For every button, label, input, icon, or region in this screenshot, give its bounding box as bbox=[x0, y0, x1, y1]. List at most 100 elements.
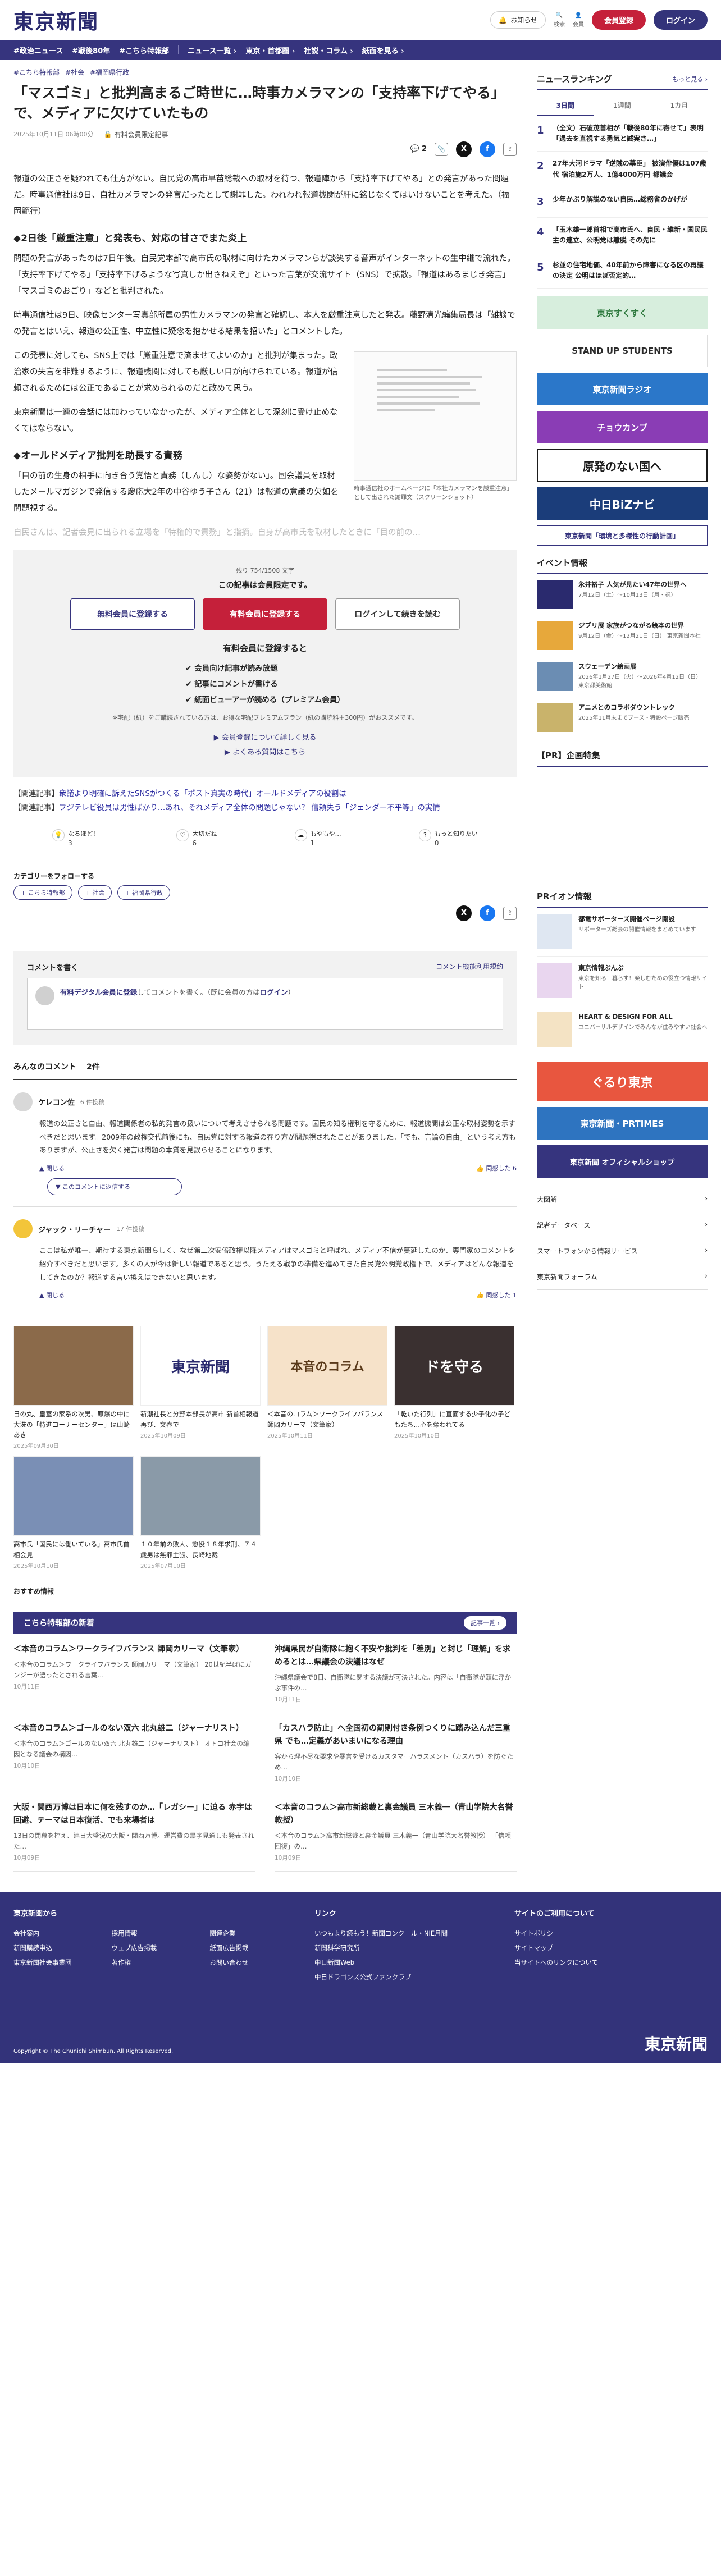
tokuho-more-button[interactable]: 記事一覧 › bbox=[464, 1616, 506, 1630]
sidebar-link[interactable]: スマートフォンから情報サービス › bbox=[537, 1238, 708, 1265]
follow-chip[interactable]: + こちら特報部 bbox=[13, 885, 72, 900]
reaction-naruhodo[interactable]: 💡 なるほど！ 3 bbox=[52, 829, 99, 847]
sidebar-link[interactable]: 記者データベース › bbox=[537, 1212, 708, 1239]
footer-link[interactable]: 関連企業 bbox=[209, 1929, 294, 1938]
x-share-icon[interactable]: X bbox=[456, 905, 472, 921]
footer-link[interactable]: 当サイトへのリンクについて bbox=[514, 1958, 683, 1967]
footer-link[interactable]: サイトポリシー bbox=[514, 1929, 683, 1938]
banner-kankyo[interactable]: 東京新聞「環境と多様性の行動計画」 bbox=[537, 525, 708, 546]
comment-rules-link[interactable]: コメント機能利用規約 bbox=[435, 962, 503, 972]
reply-button[interactable]: ▼ このコメントに返信する bbox=[47, 1178, 182, 1196]
search-button[interactable]: 🔍 検索 bbox=[554, 12, 565, 28]
tokuho-item[interactable]: 沖縄県民が自衛隊に抱く不安や批判を「差別」と封じ「理解」を求めるとは…県議会の決… bbox=[275, 1634, 517, 1714]
rec-card[interactable]: 日の丸、皇室の家系の次男、原爆の中に大洗の「特進コーナーセンター」は山崎あき 20… bbox=[13, 1326, 134, 1449]
reaction-moyamoya[interactable]: ☁ もやもや… 1 bbox=[294, 829, 341, 847]
tag-link[interactable]: #福岡県行政 bbox=[90, 67, 130, 77]
notice-button[interactable]: 🔔 お知らせ bbox=[490, 11, 546, 29]
sidebar-link[interactable]: 東京新聞フォーラム › bbox=[537, 1264, 708, 1291]
footer-link[interactable]: お問い合わせ bbox=[209, 1958, 294, 1967]
clip-icon[interactable]: 📎 bbox=[435, 142, 448, 156]
register-button[interactable]: 会員登録 bbox=[591, 10, 646, 30]
footer-link[interactable]: 会社案内 bbox=[13, 1929, 98, 1938]
footer-logo[interactable]: 東京新聞 bbox=[645, 2032, 708, 2055]
login-button[interactable]: ログイン bbox=[653, 10, 708, 30]
banner-standup[interactable]: STAND UP STUDENTS bbox=[537, 335, 708, 368]
ranking-item[interactable]: 2 27年大河ドラマ「逆賊の幕臣」 被演俳優は107歳代 宿泊施2万人、1億400… bbox=[537, 152, 708, 187]
footer-link[interactable]: 新聞科学研究所 bbox=[314, 1943, 494, 1952]
tokuho-item[interactable]: 「カスハラ防止」へ全国初の罰則付き条例つくりに踏み込んだ三重県 でも…定義があい… bbox=[275, 1713, 517, 1793]
footer-link[interactable]: 新聞購読申込 bbox=[13, 1943, 98, 1952]
banner-shop[interactable]: 東京新聞 オフィシャルショップ bbox=[537, 1145, 708, 1178]
event-item[interactable]: ジブリ展 家族がつながる絵本の世界 9月12日（金）〜12月21日（日） 東京新聞… bbox=[537, 615, 708, 657]
member-button[interactable]: 👤 会員 bbox=[573, 12, 584, 28]
footer-link[interactable]: 中日ドラゴンズ公式ファンクラブ bbox=[314, 1973, 494, 1982]
x-share-icon[interactable]: X bbox=[456, 141, 472, 157]
ranking-item[interactable]: 1 （全文）石破茂首相が「戦後80年に寄せて」表明「過去を直視する勇気と誠実さ…」 bbox=[537, 116, 708, 152]
rec-card[interactable]: 東京新聞 新潮社長と分野本部長が高市 新首相報道再び、文春で 2025年10月09日 bbox=[140, 1326, 261, 1449]
footer-link[interactable]: 採用情報 bbox=[112, 1929, 197, 1938]
comment-author[interactable]: ジャック・リーチャー bbox=[38, 1224, 111, 1234]
reaction-taisetsu[interactable]: ♡ 大切だね 6 bbox=[176, 829, 217, 847]
nav-editorial[interactable]: 社説・コラム › bbox=[304, 45, 353, 56]
footer-link[interactable]: ウェブ広告掲載 bbox=[112, 1943, 197, 1952]
ranking-more-link[interactable]: もっと見る › bbox=[672, 75, 708, 84]
tag-link[interactable]: #こちら特報部 bbox=[13, 67, 60, 77]
paid-register-button[interactable]: 有料会員に登録する bbox=[203, 598, 327, 630]
faq-link[interactable]: ▶ よくある質問はこちら bbox=[36, 745, 494, 760]
ranking-item[interactable]: 3 少年かぶり解説のない自民…総務省のかげが bbox=[537, 187, 708, 218]
expand-toggle[interactable]: ▲ 閉じる bbox=[39, 1291, 65, 1300]
tokuho-item[interactable]: 大阪・関西万博は日本に何を残すのか…「レガシー」に迫る 赤字は回避、テーマは日本… bbox=[13, 1792, 255, 1872]
member-info-link[interactable]: ▶ 会員登録について詳しく見る bbox=[36, 731, 494, 745]
pr-item[interactable]: 東京情報ぷんぷ 東京を知る！暮らす！楽しむための役立つ情報サイト bbox=[537, 957, 708, 1006]
nav-tokyo[interactable]: 東京・首都圏 › bbox=[245, 45, 295, 56]
share-icon[interactable]: ⇪ bbox=[503, 906, 517, 920]
facebook-share-icon[interactable]: f bbox=[480, 905, 495, 921]
tag-link[interactable]: #社会 bbox=[65, 67, 85, 77]
agree-button[interactable]: 👍 同感した 1 bbox=[476, 1291, 517, 1300]
footer-link[interactable]: 紙面広告掲載 bbox=[209, 1943, 294, 1952]
login-link[interactable]: ログイン bbox=[260, 988, 288, 996]
event-item[interactable]: 永井裕子 人気が見たい47年の世界へ 7月12日（土）〜10月13日（月・祝） bbox=[537, 574, 708, 616]
reaction-motto[interactable]: ? もっと知りたい 0 bbox=[418, 829, 478, 847]
nav-politics[interactable]: #政治ニュース bbox=[13, 45, 63, 56]
tokuho-item[interactable]: ＜本音のコラム＞ゴールのない双六 北丸雄二（ジャーナリスト） ＜本音のコラム＞ゴー… bbox=[13, 1713, 255, 1793]
nav-paper[interactable]: 紙面を見る › bbox=[362, 45, 404, 56]
event-item[interactable]: アニメとのコラボダウントレック 2025年11月末までブース・特設ページ販売 bbox=[537, 697, 708, 739]
login-continue-button[interactable]: ログインして続きを読む bbox=[335, 598, 460, 630]
rec-card[interactable]: １０年前の敗人、懲役１８年求刑、７４歳男は無罪主張、長崎地裁 2025年07月10… bbox=[140, 1456, 261, 1570]
ranking-item[interactable]: 5 杉並の住宅地価、40年前から障害になる区の再議の決定 公明はほぼ否定的… bbox=[537, 253, 708, 289]
related-link[interactable]: フジテレビ役員は男性ばかり…あれ、それメディア全体の問題じゃない？ 信頼失う「ジ… bbox=[59, 803, 440, 812]
banner-radio[interactable]: 東京新聞ラジオ bbox=[537, 373, 708, 406]
comment-count-button[interactable]: 💬 2 bbox=[410, 145, 427, 153]
banner-sukusuku[interactable]: 東京すくすく bbox=[537, 296, 708, 330]
footer-link[interactable]: 中日新聞Web bbox=[314, 1958, 494, 1967]
agree-button[interactable]: 👍 同感した 6 bbox=[476, 1164, 517, 1173]
register-link[interactable]: 有料デジタル会員に登録 bbox=[60, 988, 137, 996]
banner-prtimes[interactable]: 東京新聞・PRTIMES bbox=[537, 1107, 708, 1140]
banner-gururi[interactable]: ぐるり東京 bbox=[537, 1062, 708, 1102]
facebook-share-icon[interactable]: f bbox=[480, 141, 495, 157]
rec-card[interactable]: 本音のコラム ＜本音のコラム＞ワークライフバランス 師岡カリーマ（文筆家） 2025… bbox=[267, 1326, 387, 1449]
follow-chip[interactable]: + 福岡県行政 bbox=[117, 885, 171, 900]
tokuho-item[interactable]: ＜本音のコラム＞高市新総裁と裏金議員 三木義一（青山学院大名誉教授） ＜本音のコラ… bbox=[275, 1792, 517, 1872]
free-register-button[interactable]: 無料会員に登録する bbox=[70, 598, 195, 630]
rec-card[interactable]: 高市氏「国民には働いている」高市氏首相会見 2025年10月10日 bbox=[13, 1456, 134, 1570]
sidebar-link[interactable]: 大図解 › bbox=[537, 1187, 708, 1213]
tab-1month[interactable]: 1カ月 bbox=[650, 96, 708, 116]
share-icon[interactable]: ⇪ bbox=[503, 142, 517, 156]
footer-link[interactable]: いつもより読もう！新聞コンクール・NIE月間 bbox=[314, 1929, 494, 1938]
banner-biznavi[interactable]: 中日BiZナビ bbox=[537, 487, 708, 520]
banner-genpatsu[interactable]: 原発のない国へ bbox=[537, 449, 708, 482]
comment-author[interactable]: ケレコン佐 bbox=[38, 1096, 75, 1107]
tab-1week[interactable]: 1週間 bbox=[594, 96, 651, 116]
related-link[interactable]: 衆議より明確に訴えたSNSがつくる「ポスト真実の時代」オールドメディアの役割は bbox=[59, 789, 346, 798]
event-item[interactable]: スウェーデン絵画展 2026年1月27日（火）〜2026年4月12日（日） 東京都… bbox=[537, 656, 708, 698]
pr-item[interactable]: 都電サポーターズ開催ページ開設 サポーターズ総会の開催情報をまとめています bbox=[537, 908, 708, 957]
ranking-item[interactable]: 4 「玉木雄一郎首相で高市氏へ、自民・維新・国民民主の連立、公明党は離脱 その先に bbox=[537, 218, 708, 253]
footer-link[interactable]: 東京新聞社会事業団 bbox=[13, 1958, 98, 1967]
banner-choukanpu[interactable]: チョウカンプ bbox=[537, 411, 708, 444]
comment-input[interactable]: 有料デジタル会員に登録してコメントを書く。（既に会員の方はログイン） bbox=[27, 977, 503, 1030]
rec-card[interactable]: ドを守る 「乾いた行列」に直面する少子化の子どもたち…心を奪われてる 2025年10… bbox=[394, 1326, 514, 1449]
nav-tokuhobu[interactable]: #こちら特報部 bbox=[119, 45, 169, 56]
figure-image[interactable] bbox=[354, 351, 517, 481]
